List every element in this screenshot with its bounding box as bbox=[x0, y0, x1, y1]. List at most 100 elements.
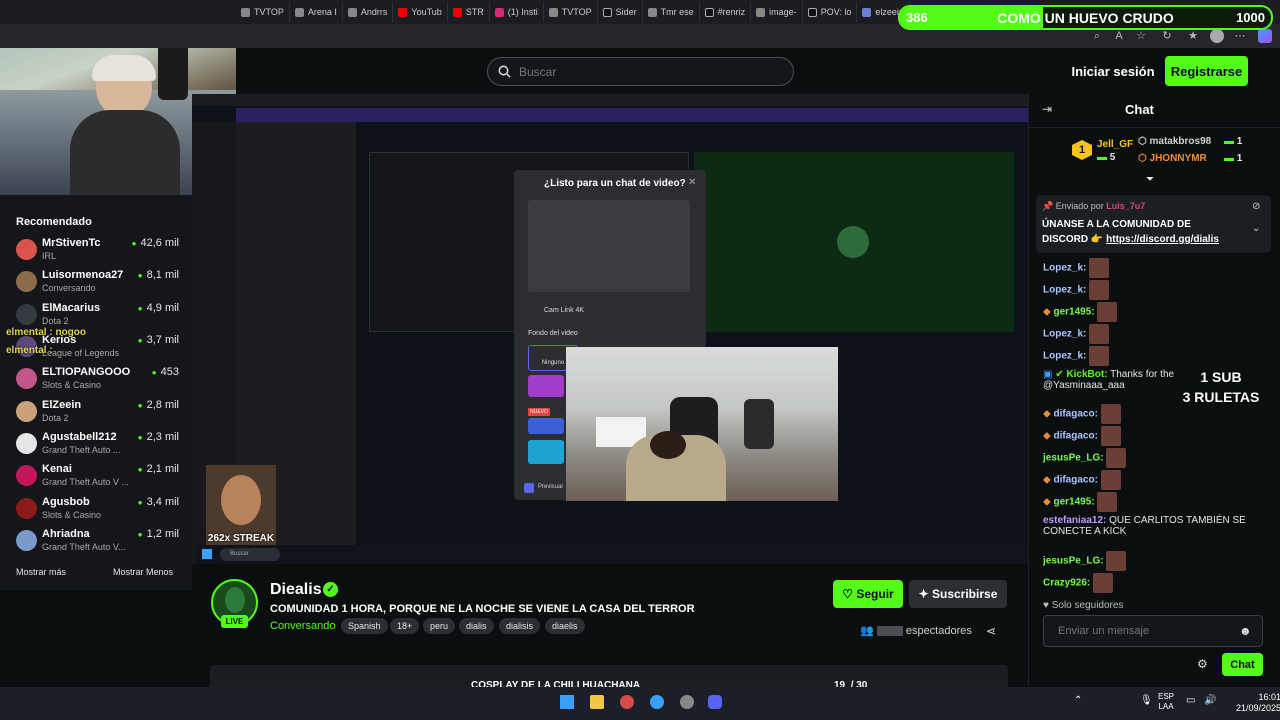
stream-category[interactable]: Conversando bbox=[270, 620, 335, 632]
sidebar-item-channel[interactable]: ElZeein Dota 2 2,8 mil bbox=[14, 399, 179, 427]
network-icon[interactable]: ▭ bbox=[1186, 695, 1195, 706]
chat-username[interactable]: ger1495: bbox=[1053, 497, 1094, 508]
preview-label: Previsual bbox=[538, 484, 563, 490]
discord-icon[interactable] bbox=[708, 695, 722, 709]
recommended-title: Recomendado bbox=[16, 216, 92, 228]
favorite-star-icon[interactable]: ☆ bbox=[1134, 29, 1148, 43]
login-button[interactable]: Iniciar sesión bbox=[1068, 58, 1158, 85]
chat-username[interactable]: difagaco: bbox=[1053, 475, 1097, 486]
microphone-icon[interactable]: 🎙 bbox=[1140, 695, 1153, 706]
sidebar-item-channel[interactable]: Kenai Grand Theft Auto V ... 2,1 mil bbox=[14, 463, 179, 491]
leaderboard-name[interactable]: Jell_GF bbox=[1097, 139, 1133, 150]
browser-tab[interactable]: STR bbox=[448, 2, 490, 22]
tag[interactable]: peru bbox=[423, 618, 456, 634]
mental-overlay-line2: elmental : bbox=[6, 345, 53, 356]
sidebar-item-channel[interactable]: Agusbob Slots & Casino 3,4 mil bbox=[14, 496, 179, 524]
language-indicator[interactable]: ESP LAA bbox=[1158, 692, 1174, 712]
camera-select[interactable]: Cam Link 4K bbox=[528, 304, 690, 318]
sidebar-item-channel[interactable]: Luisormenoa27 Conversando 8,1 mil bbox=[14, 269, 179, 297]
leaderboard-name[interactable]: ⬡ matakbros98 bbox=[1138, 136, 1211, 147]
chat-username[interactable]: Lopez_k: bbox=[1043, 263, 1086, 274]
expand-leaderboard-icon[interactable]: ⏷ bbox=[1146, 174, 1154, 185]
chat-input[interactable] bbox=[1043, 615, 1263, 647]
system-clock[interactable]: 16:01 21/09/2025 bbox=[1236, 692, 1280, 714]
preview-checkbox[interactable] bbox=[524, 483, 534, 493]
leaderboard-name[interactable]: ⬡ JHONNYMR bbox=[1138, 153, 1207, 164]
share-icon[interactable]: ⋖ bbox=[986, 624, 996, 638]
bg-option[interactable] bbox=[528, 440, 564, 464]
zoom-icon[interactable]: ⌕ bbox=[1090, 29, 1104, 43]
top-goal-target: 1000 bbox=[1236, 10, 1265, 25]
discord-link[interactable]: https://discord.gg/dialis bbox=[1106, 234, 1219, 245]
bg-option[interactable] bbox=[528, 375, 564, 397]
chat-username[interactable]: Lopez_k: bbox=[1043, 285, 1086, 296]
bg-option[interactable] bbox=[528, 418, 564, 434]
volume-icon[interactable]: 🔊 bbox=[1204, 695, 1216, 706]
copilot-icon[interactable] bbox=[1258, 29, 1272, 43]
browser-tab[interactable]: Tmr ese bbox=[643, 2, 700, 22]
chevron-down-icon[interactable]: ⌄ bbox=[1252, 223, 1260, 234]
browser-tab[interactable]: TVTOP bbox=[236, 2, 290, 22]
chat-username[interactable]: Crazy926: bbox=[1043, 578, 1090, 589]
refresh-icon[interactable]: ↻ bbox=[1160, 29, 1174, 43]
more-menu-icon[interactable]: ⋯ bbox=[1233, 29, 1247, 43]
register-button[interactable]: Registrarse bbox=[1165, 56, 1248, 86]
tag[interactable]: dialisis bbox=[499, 618, 541, 634]
browser-tab[interactable]: Sider bbox=[598, 2, 643, 22]
chat-username[interactable]: jesusPe_LG: bbox=[1043, 453, 1104, 464]
streamer-name[interactable]: Diealis bbox=[270, 581, 322, 599]
close-icon[interactable]: ✕ bbox=[688, 177, 696, 188]
file-explorer-icon[interactable] bbox=[590, 695, 604, 709]
browser-tab[interactable]: Andrrs bbox=[343, 2, 394, 22]
chat-username[interactable]: KickBot: bbox=[1066, 369, 1107, 380]
show-more-button[interactable]: Mostrar más bbox=[16, 567, 66, 577]
browser-tab[interactable]: #renriz bbox=[700, 2, 752, 22]
read-aloud-icon[interactable]: A bbox=[1112, 29, 1126, 43]
subscribe-button[interactable]: ✦ Suscribirse bbox=[909, 580, 1007, 608]
channel-category: Conversando bbox=[42, 283, 96, 293]
browser-tab[interactable]: Arena I bbox=[290, 2, 343, 22]
app-icon[interactable] bbox=[680, 695, 694, 709]
chat-username[interactable]: difagaco: bbox=[1053, 431, 1097, 442]
chat-username[interactable]: ger1495: bbox=[1053, 307, 1094, 318]
search-bar[interactable] bbox=[487, 57, 794, 86]
browser-tab[interactable]: (1) Insti bbox=[490, 2, 544, 22]
browser-tab[interactable]: TVTOP bbox=[544, 2, 598, 22]
sidebar-item-channel[interactable]: ElMacarius Dota 2 4,9 mil bbox=[14, 302, 179, 330]
gear-icon[interactable]: ⚙ bbox=[1197, 657, 1208, 671]
favorites-icon[interactable]: ★ bbox=[1186, 29, 1200, 43]
app-icon[interactable] bbox=[620, 695, 634, 709]
sidebar-item-channel[interactable]: Agustabell212 Grand Theft Auto ... 2,3 mil bbox=[14, 431, 179, 459]
edge-icon[interactable] bbox=[650, 695, 664, 709]
sidebar-item-channel[interactable]: MrStivenTc IRL 42,6 mil bbox=[14, 237, 179, 265]
profile-avatar[interactable] bbox=[1210, 29, 1224, 43]
browser-tab[interactable]: YouTub bbox=[393, 2, 448, 22]
emote-image bbox=[1089, 280, 1110, 300]
show-less-button[interactable]: Mostrar Menos bbox=[113, 567, 173, 577]
sidebar-item-channel[interactable]: Ahriadna Grand Theft Auto V... 1,2 mil bbox=[14, 528, 179, 556]
emoji-icon[interactable]: ☻ bbox=[1239, 624, 1252, 638]
windows-start-icon[interactable] bbox=[560, 695, 574, 709]
tag[interactable]: 18+ bbox=[390, 618, 420, 634]
browser-tab[interactable]: image- bbox=[751, 2, 803, 22]
sidebar-item-channel[interactable]: ELTIOPANGOOO Slots & Casino 453 bbox=[14, 366, 179, 394]
avatar bbox=[16, 530, 37, 551]
chat-username[interactable]: jesusPe_LG: bbox=[1043, 556, 1104, 567]
tray-chevron-icon[interactable]: ⌃ bbox=[1074, 695, 1082, 706]
emote-image bbox=[1097, 302, 1118, 322]
channel-viewers: 4,9 mil bbox=[138, 302, 179, 314]
collapse-chat-icon[interactable]: ⇥ bbox=[1042, 102, 1052, 116]
hide-pinned-icon[interactable]: ⊘ bbox=[1252, 201, 1260, 212]
chat-username[interactable]: Lopez_k: bbox=[1043, 329, 1086, 340]
search-input[interactable] bbox=[519, 64, 779, 79]
chat-username[interactable]: estefaniaa12: bbox=[1043, 515, 1106, 526]
tag[interactable]: diaelis bbox=[545, 618, 585, 634]
tag[interactable]: dialis bbox=[459, 618, 494, 634]
send-chat-button[interactable]: Chat bbox=[1222, 653, 1263, 676]
chat-username[interactable]: difagaco: bbox=[1053, 409, 1097, 420]
browser-tab[interactable]: POV: lo bbox=[803, 2, 858, 22]
chat-message: ▣ ✔ KickBot: Thanks for the @Yasminaaa_aa… bbox=[1043, 369, 1174, 391]
chat-username[interactable]: Lopez_k: bbox=[1043, 351, 1086, 362]
follow-button[interactable]: ♡ Seguir bbox=[833, 580, 903, 608]
tag[interactable]: Spanish bbox=[341, 618, 388, 634]
